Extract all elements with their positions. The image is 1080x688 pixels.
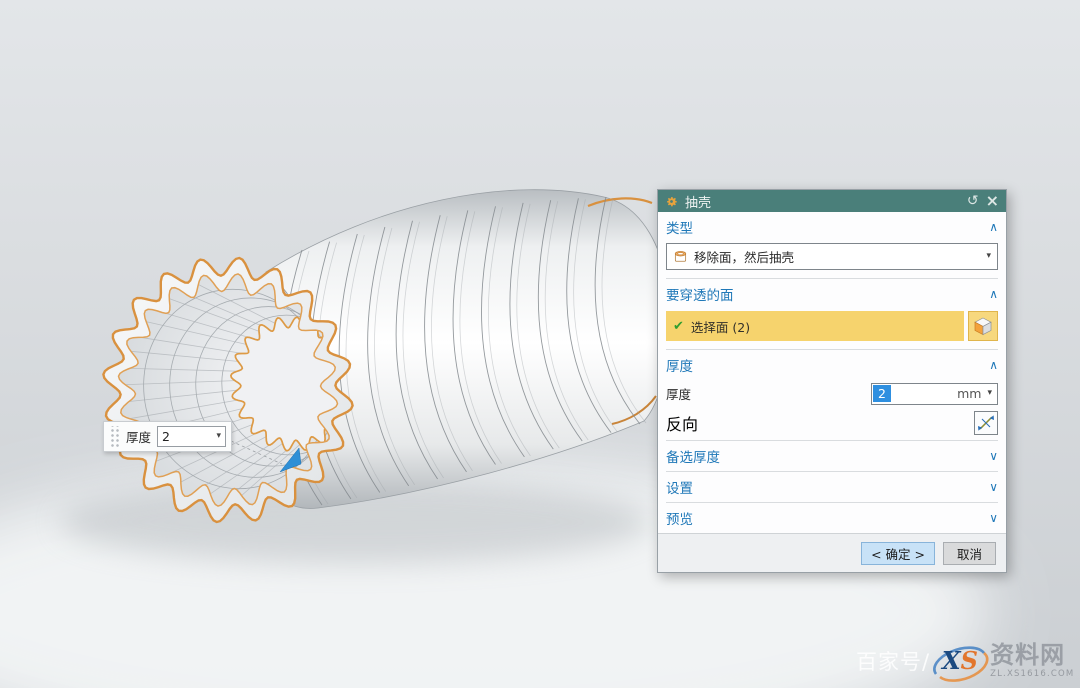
shell-dialog: 抽壳 ↺ × 类型 ∧ 移除面，然后抽壳 ▾ 要穿透的面	[657, 189, 1007, 573]
section-header-thickness[interactable]: 厚度 ∧	[666, 349, 998, 380]
section-header-alt-thickness[interactable]: 备选厚度 ∨	[666, 440, 998, 471]
watermark: 百家号/ XS 资料网 ZL.XS1616.COM	[856, 636, 1074, 686]
thickness-input[interactable]: 2 mm ▾	[871, 383, 998, 405]
chevron-down-icon[interactable]: ▾	[987, 389, 992, 398]
watermark-domain: ZL.XS1616.COM	[990, 670, 1074, 679]
chevron-up-icon: ∧	[989, 287, 998, 301]
thickness-field-label: 厚度	[666, 384, 691, 403]
section-label: 要穿透的面	[666, 284, 734, 304]
face-selection-cube-button[interactable]	[968, 311, 998, 341]
thickness-value: 2	[873, 385, 891, 402]
section-label: 设置	[666, 477, 693, 497]
watermark-brand: 资料网	[990, 643, 1074, 667]
reset-icon[interactable]: ↺	[967, 194, 979, 208]
section-label: 类型	[666, 217, 693, 237]
select-face-label: 选择面 (2)	[691, 317, 750, 336]
section-header-settings[interactable]: 设置 ∨	[666, 471, 998, 502]
thickness-unit: mm	[957, 386, 981, 401]
chevron-down-icon: ∨	[989, 511, 998, 525]
section-label: 备选厚度	[666, 446, 720, 466]
select-face-row[interactable]: ✔ 选择面 (2)	[666, 311, 964, 341]
thickness-mini-label: 厚度	[126, 427, 151, 446]
chevron-down-icon: ▾	[216, 432, 221, 441]
chevron-up-icon: ∧	[989, 220, 998, 234]
reverse-direction-button[interactable]	[974, 411, 998, 435]
watermark-prefix: 百家号/	[856, 646, 930, 676]
close-icon[interactable]: ×	[986, 193, 999, 209]
dialog-footer: < 确定 > 取消	[658, 533, 1006, 572]
svg-text:XS: XS	[940, 646, 978, 675]
xs-logo-icon: XS	[926, 636, 996, 686]
dialog-titlebar[interactable]: 抽壳 ↺ ×	[658, 190, 1006, 212]
thickness-mini-value: 2	[162, 429, 216, 444]
gear-icon	[665, 195, 678, 208]
section-header-preview[interactable]: 预览 ∨	[666, 502, 998, 533]
drag-handle-icon[interactable]	[109, 426, 120, 448]
thickness-mini-input[interactable]: 2 ▾	[157, 426, 226, 447]
section-label: 预览	[666, 508, 693, 528]
shell-type-dropdown[interactable]: 移除面，然后抽壳 ▾	[666, 243, 998, 270]
section-header-type[interactable]: 类型 ∧	[666, 212, 998, 242]
reverse-direction-icon	[977, 414, 995, 432]
chevron-down-icon: ∨	[989, 449, 998, 463]
dialog-title: 抽壳	[685, 192, 960, 211]
ok-button[interactable]: < 确定 >	[861, 542, 935, 565]
section-label: 厚度	[666, 355, 693, 375]
application-viewport: 厚度 2 ▾ 抽壳 ↺ × 类型 ∧	[0, 0, 1080, 688]
chevron-down-icon: ∨	[989, 480, 998, 494]
onscreen-thickness-toolbar[interactable]: 厚度 2 ▾	[103, 421, 232, 452]
shell-type-icon	[673, 249, 688, 264]
cube-icon	[973, 316, 993, 336]
chevron-down-icon: ▾	[986, 252, 991, 261]
shell-type-value: 移除面，然后抽壳	[694, 247, 980, 266]
section-header-faces[interactable]: 要穿透的面 ∧	[666, 278, 998, 309]
reverse-label: 反向	[666, 411, 698, 435]
cancel-button[interactable]: 取消	[943, 542, 996, 565]
check-icon: ✔	[673, 319, 684, 334]
chevron-up-icon: ∧	[989, 358, 998, 372]
